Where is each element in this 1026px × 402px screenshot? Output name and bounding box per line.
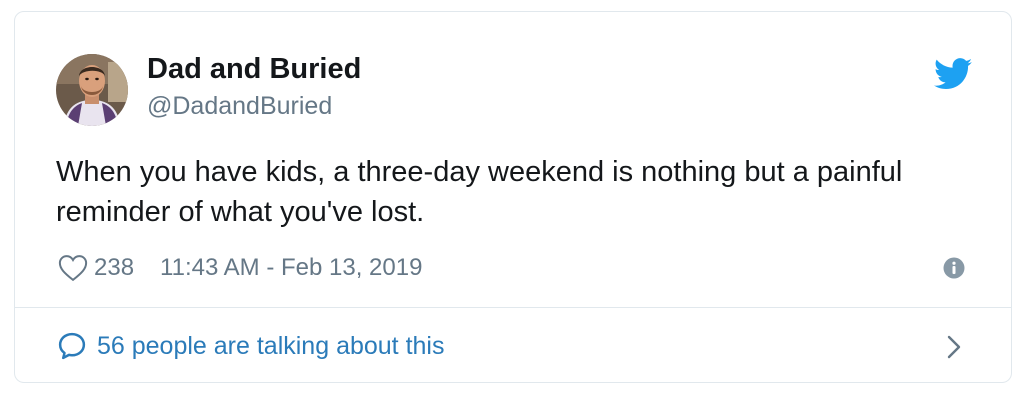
display-name[interactable]: Dad and Buried	[147, 52, 361, 86]
tweet-card: Dad and Buried @DadandBuried When you ha…	[14, 11, 1012, 383]
info-icon[interactable]	[943, 257, 965, 279]
timestamp[interactable]: 11:43 AM - Feb 13, 2019	[160, 254, 422, 282]
twitter-bird-icon[interactable]	[934, 58, 972, 90]
tweet-text: When you have kids, a three-day weekend …	[56, 156, 903, 228]
conversation-text: 56 people are talking about this	[97, 331, 445, 360]
like-count[interactable]: 238	[94, 254, 134, 282]
speech-bubble-icon	[58, 332, 86, 360]
divider	[15, 307, 1011, 308]
chevron-right-icon[interactable]	[944, 334, 964, 360]
user-handle[interactable]: @DadandBuried	[147, 90, 332, 122]
conversation-link[interactable]: 56 people are talking about this	[57, 328, 444, 364]
avatar[interactable]	[56, 54, 128, 126]
heart-icon[interactable]	[58, 254, 88, 282]
avatar-image	[56, 54, 128, 126]
tweet-meta: 238 11:43 AM - Feb 13, 2019	[58, 251, 422, 285]
